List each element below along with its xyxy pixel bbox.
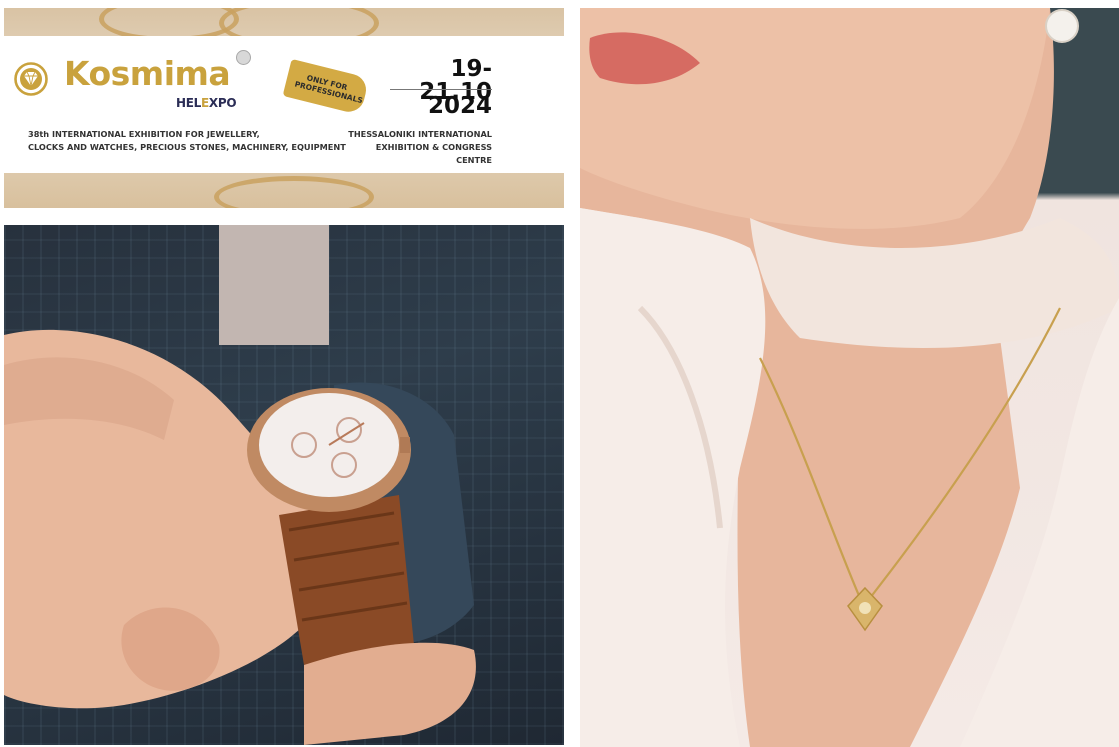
description-line: 38th INTERNATIONAL EXHIBITION FOR JEWELL…: [28, 129, 260, 139]
watch-illustration: [4, 329, 476, 745]
brand-logo-text: Kosmima: [64, 54, 231, 93]
venue-line: EXHIBITION & CONGRESS CENTRE: [375, 142, 492, 165]
date-divider: [390, 89, 492, 90]
helexpo-logo: HELEXPO: [176, 96, 237, 110]
necklace-model-photo: [580, 8, 1119, 747]
description-line: CLOCKS AND WATCHES, PRECIOUS STONES, MAC…: [28, 142, 346, 152]
exhibition-banner: Kosmima HELEXPO 38th INTERNATIONAL EXHIB…: [4, 36, 566, 173]
helexpo-part: E: [201, 96, 209, 110]
tag-text: ONLY FOR PROFESSIONALS: [294, 71, 364, 105]
helexpo-part: XPO: [208, 96, 237, 110]
necklace-illustration: [580, 8, 1119, 747]
registered-badge-icon: [236, 50, 251, 65]
collage-divider: [566, 0, 580, 747]
venue-line: THESSALONIKI INTERNATIONAL: [348, 129, 492, 139]
gold-ring-shape: [214, 176, 374, 208]
event-venue: THESSALONIKI INTERNATIONAL EXHIBITION & …: [344, 128, 492, 167]
professionals-only-tag: ONLY FOR PROFESSIONALS: [282, 58, 370, 116]
helexpo-part: HEL: [176, 96, 201, 110]
event-year: 2024: [427, 93, 492, 119]
diamond-logo-icon: [14, 62, 48, 96]
wristwatch-photo: [4, 225, 564, 745]
exhibition-description: 38th INTERNATIONAL EXHIBITION FOR JEWELL…: [28, 128, 348, 154]
